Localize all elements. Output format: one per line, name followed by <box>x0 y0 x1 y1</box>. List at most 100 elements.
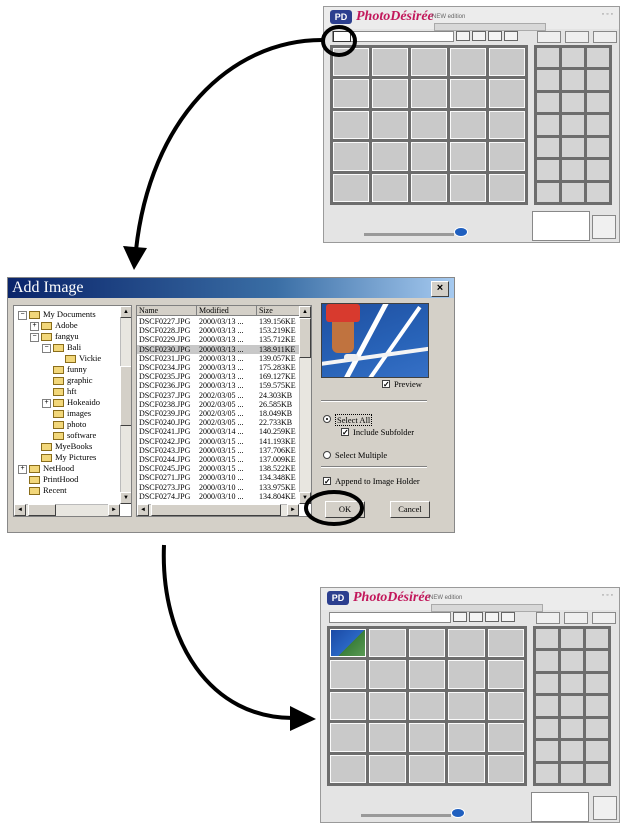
info-slider[interactable] <box>361 814 451 817</box>
file-row[interactable]: DSCF0237.JPG 2002/03/05 ... 24.303KB <box>137 391 299 400</box>
scroll-up-button[interactable]: ▲ <box>299 306 311 318</box>
file-row[interactable]: DSCF0228.JPG 2000/03/13 ... 153.219KE <box>137 326 299 335</box>
scroll-down-button[interactable]: ▼ <box>299 492 311 504</box>
round-nav-button[interactable] <box>451 808 465 818</box>
trash-box[interactable] <box>592 215 616 239</box>
scroll-thumb[interactable] <box>28 504 56 516</box>
file-row[interactable]: DSCF0236.JPG 2000/03/13 ... 159.575KE <box>137 381 299 390</box>
file-row[interactable]: DSCF0235.JPG 2000/03/13 ... 169.127KE <box>137 372 299 381</box>
file-row[interactable]: DSCF0271.JPG 2000/03/10 ... 134.348KE <box>137 473 299 482</box>
file-row[interactable]: DSCF0274.JPG 2000/03/10 ... 134.804KE <box>137 492 299 501</box>
ok-button[interactable]: OK <box>325 501 365 518</box>
tree-item-label: photo <box>67 419 87 429</box>
scroll-left-button[interactable]: ◄ <box>137 504 149 516</box>
tree-item[interactable]: − Bali <box>42 342 81 353</box>
scroll-down-button[interactable]: ▼ <box>120 492 131 504</box>
tree-vertical-scrollbar[interactable]: ▲ ▼ <box>120 306 131 504</box>
scroll-up-button[interactable]: ▲ <box>120 306 131 318</box>
tree-item[interactable]: + NetHood <box>18 463 74 474</box>
tree-item[interactable]: Recent <box>18 485 67 496</box>
window-controls[interactable]: ◦ ◦ ◦ <box>602 11 613 18</box>
file-row[interactable]: DSCF0231.JPG 2000/03/13 ... 139.057KE <box>137 354 299 363</box>
round-nav-button[interactable] <box>454 227 468 237</box>
close-icon[interactable]: × <box>431 281 449 297</box>
right-toolbar[interactable] <box>536 612 616 624</box>
cancel-button[interactable]: Cancel <box>390 501 430 518</box>
tree-item[interactable]: + Hokeaido <box>42 397 100 408</box>
append-checkbox[interactable]: ✓ <box>323 477 331 486</box>
file-row[interactable]: DSCF0230.JPG 2000/03/13 ... 138.911KE <box>137 344 299 354</box>
image-holder-panel[interactable] <box>533 626 611 786</box>
file-row[interactable]: DSCF0245.JPG 2000/03/15 ... 138.522KE <box>137 464 299 473</box>
file-row[interactable]: DSCF0238.JPG 2002/03/05 ... 26.585KB <box>137 400 299 409</box>
info-slider[interactable] <box>364 233 454 236</box>
scroll-thumb[interactable] <box>120 366 131 426</box>
tree-item[interactable]: hft <box>42 386 76 397</box>
file-horizontal-scrollbar[interactable]: ◄ ► <box>137 504 299 516</box>
file-row[interactable]: DSCF0242.JPG 2000/03/15 ... 141.193KE <box>137 437 299 446</box>
column-header-modified[interactable]: Modified <box>197 306 257 316</box>
file-modified: 2002/03/05 ... <box>199 409 244 418</box>
window-controls[interactable]: ◦ ◦ ◦ <box>602 592 613 599</box>
include-subfolder-checkbox[interactable]: ✓ <box>341 428 349 437</box>
select-multiple-radio[interactable] <box>323 451 331 459</box>
file-row[interactable]: DSCF0244.JPG 2000/03/15 ... 137.009KE <box>137 455 299 464</box>
scroll-left-button[interactable]: ◄ <box>14 504 26 516</box>
tree-item[interactable]: − My Documents <box>18 309 96 320</box>
expand-toggle-icon[interactable]: − <box>30 332 39 342</box>
app-tab-strip[interactable] <box>431 604 543 612</box>
add-image-button[interactable] <box>333 31 351 42</box>
file-row[interactable]: DSCF0239.JPG 2002/03/05 ... 18.049KB <box>137 409 299 418</box>
column-header-name[interactable]: Name <box>137 306 197 316</box>
file-row[interactable]: DSCF0241.JPG 2000/03/14 ... 140.259KE <box>137 427 299 436</box>
expand-toggle-icon[interactable]: + <box>30 321 39 331</box>
view-buttons[interactable] <box>453 612 515 622</box>
preview-checkbox[interactable]: ✓ <box>382 380 390 389</box>
file-vertical-scrollbar[interactable]: ▲ ▼ <box>299 306 311 504</box>
tree-item[interactable]: Vickie <box>54 353 101 364</box>
view-buttons[interactable] <box>456 31 518 41</box>
tree-item[interactable]: My Pictures <box>30 452 96 463</box>
image-grid[interactable] <box>327 626 527 786</box>
select-all-radio[interactable] <box>323 415 331 423</box>
tree-item[interactable]: graphic <box>42 375 93 386</box>
image-grid[interactable] <box>330 45 528 205</box>
file-modified: 2000/03/14 ... <box>199 427 244 437</box>
expand-toggle-icon[interactable]: − <box>18 310 27 320</box>
tree-horizontal-scrollbar[interactable]: ◄ ► <box>14 504 120 516</box>
path-bar[interactable] <box>329 612 451 623</box>
tree-item[interactable]: PrintHood <box>18 474 78 485</box>
file-row[interactable]: DSCF0227.JPG 2000/03/13 ... 139.156KE <box>137 317 299 326</box>
file-list[interactable]: Name Modified Size DSCF0227.JPG 2000/03/1… <box>136 305 312 517</box>
file-row[interactable]: DSCF0273.JPG 2000/03/10 ... 133.975KE <box>137 483 299 492</box>
file-row[interactable]: DSCF0240.JPG 2002/03/05 ... 22.733KB <box>137 418 299 427</box>
file-name: DSCF0273.JPG <box>139 482 191 492</box>
tree-item[interactable]: − fangyu <box>30 331 79 342</box>
added-image-thumbnail[interactable] <box>330 629 367 658</box>
scroll-right-button[interactable]: ► <box>108 504 120 516</box>
app-tab-strip[interactable] <box>434 23 546 31</box>
scroll-thumb[interactable] <box>151 504 281 516</box>
expand-toggle-icon[interactable]: + <box>42 398 51 408</box>
trash-box[interactable] <box>593 796 617 820</box>
file-row[interactable]: DSCF0243.JPG 2000/03/15 ... 137.706KE <box>137 446 299 455</box>
scroll-thumb[interactable] <box>299 318 311 358</box>
folder-icon <box>53 432 64 441</box>
file-row[interactable]: DSCF0234.JPG 2000/03/13 ... 175.283KE <box>137 363 299 372</box>
dialog-titlebar[interactable]: Add Image × <box>8 278 454 298</box>
folder-icon <box>53 366 64 375</box>
expand-toggle-icon[interactable]: − <box>42 343 51 353</box>
tree-item[interactable]: MyeBooks <box>30 441 92 452</box>
expand-toggle-icon[interactable]: + <box>18 464 27 474</box>
tree-item[interactable]: software <box>42 430 96 441</box>
tree-item[interactable]: photo <box>42 419 87 430</box>
scroll-right-button[interactable]: ► <box>287 504 299 516</box>
file-row[interactable]: DSCF0229.JPG 2000/03/13 ... 135.712KE <box>137 335 299 344</box>
tree-item[interactable]: images <box>42 408 91 419</box>
folder-tree[interactable]: − My Documents + Adobe − fangyu − Bali Vickie fun… <box>13 305 132 517</box>
right-toolbar[interactable] <box>537 31 617 43</box>
column-header-size[interactable]: Size <box>257 306 301 316</box>
tree-item[interactable]: funny <box>42 364 87 375</box>
tree-item[interactable]: + Adobe <box>30 320 78 331</box>
image-holder-panel[interactable] <box>534 45 612 205</box>
